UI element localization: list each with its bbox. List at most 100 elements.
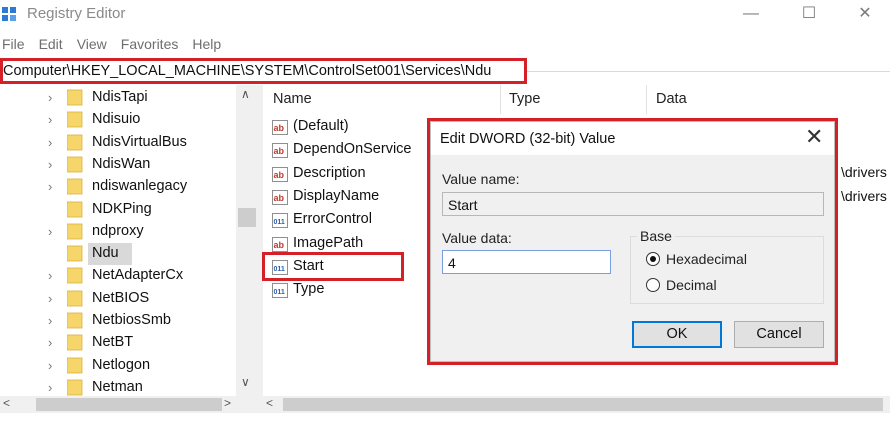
- menu-help[interactable]: Help: [190, 33, 227, 55]
- chevron-right-icon[interactable]: ›: [48, 358, 52, 373]
- svg-text:ab: ab: [274, 146, 285, 156]
- scroll-left-icon[interactable]: <: [3, 396, 10, 410]
- hexadecimal-label[interactable]: Hexadecimal: [666, 251, 747, 267]
- tree-item[interactable]: Ndu: [0, 243, 236, 266]
- column-separator[interactable]: [646, 85, 647, 114]
- svg-text:011: 011: [274, 289, 285, 296]
- tree-item[interactable]: › NetBIOS: [0, 288, 236, 310]
- scroll-right-icon[interactable]: >: [224, 396, 231, 410]
- chevron-right-icon[interactable]: ›: [48, 268, 52, 283]
- decimal-radio[interactable]: [646, 278, 660, 292]
- scroll-left-icon[interactable]: <: [266, 396, 273, 410]
- menu-view[interactable]: View: [75, 33, 113, 55]
- svg-text:ab: ab: [274, 240, 285, 250]
- close-button[interactable]: ✕: [842, 0, 888, 30]
- column-separator[interactable]: [500, 85, 501, 114]
- tree-item-label: NetbiosSmb: [92, 312, 171, 328]
- tree-item-label: Netman: [92, 378, 143, 395]
- folder-icon: [67, 267, 83, 284]
- string-value-icon: ab: [272, 236, 288, 252]
- decimal-label[interactable]: Decimal: [666, 277, 717, 293]
- registry-editor-icon: [2, 7, 16, 21]
- cancel-button[interactable]: Cancel: [734, 321, 824, 348]
- address-bar-border: [527, 71, 890, 72]
- values-hscroll-thumb[interactable]: [283, 398, 883, 411]
- start-value-highlight: [262, 252, 404, 281]
- menu-file[interactable]: File: [0, 33, 31, 55]
- tree-item[interactable]: › Ndisuio: [0, 109, 236, 131]
- value-data-input[interactable]: 4: [442, 250, 611, 274]
- chevron-right-icon[interactable]: ›: [48, 179, 52, 194]
- column-header-type[interactable]: Type: [509, 85, 540, 114]
- folder-icon: [67, 89, 83, 106]
- tree-item-label: ndproxy: [92, 222, 144, 239]
- data-cell-description: \drivers: [841, 164, 887, 180]
- tree-item[interactable]: › NetBT: [0, 332, 236, 354]
- chevron-right-icon[interactable]: ›: [48, 291, 52, 306]
- tree-item-label: Ndu: [92, 245, 119, 262]
- chevron-right-icon[interactable]: ›: [48, 313, 52, 328]
- tree-item[interactable]: NDKPing: [0, 199, 236, 221]
- tree-item[interactable]: › NdisWan: [0, 154, 236, 176]
- folder-icon: [67, 312, 83, 329]
- value-name: Description: [293, 164, 366, 181]
- tree-item-label: NetAdapterCx: [92, 267, 184, 284]
- menu-edit[interactable]: Edit: [37, 33, 69, 55]
- tree-vertical-scrollbar[interactable]: ∧ ∨: [236, 85, 258, 396]
- tree-item-label: NdisWan: [92, 155, 151, 172]
- tree-item-label: Netlogon: [92, 356, 151, 373]
- value-name: Type: [293, 281, 325, 298]
- values-horizontal-scrollbar[interactable]: <: [263, 396, 890, 413]
- key-tree: › NdisTapi › Ndisuio › NdisVirtualBus › NdisWan…: [0, 85, 258, 396]
- tree-item-label: NDKPing: [92, 200, 152, 217]
- svg-text:011: 011: [274, 219, 285, 226]
- tree-item-label: Ndisuio: [92, 111, 141, 128]
- column-header-data[interactable]: Data: [656, 85, 687, 114]
- chevron-right-icon[interactable]: ›: [48, 135, 52, 150]
- chevron-right-icon[interactable]: ›: [48, 112, 52, 127]
- ok-button[interactable]: OK: [632, 321, 722, 348]
- string-value-icon: ab: [272, 120, 288, 135]
- chevron-right-icon[interactable]: ›: [48, 90, 52, 105]
- tree-hscroll-thumb[interactable]: [36, 398, 222, 411]
- tree-item[interactable]: › ndiswanlegacy: [0, 176, 236, 198]
- address-path: Computer\HKEY_LOCAL_MACHINE\SYSTEM\Contr…: [3, 63, 492, 79]
- dialog-title-bar: Edit DWORD (32-bit) Value ✕: [431, 122, 834, 155]
- tree-item-label: ndiswanlegacy: [92, 178, 188, 195]
- folder-icon: [67, 290, 83, 307]
- menu-favorites[interactable]: Favorites: [119, 33, 185, 55]
- tree-item[interactable]: › NetbiosSmb: [0, 310, 236, 332]
- dialog-title: Edit DWORD (32-bit) Value: [440, 131, 616, 147]
- scroll-down-icon[interactable]: ∨: [241, 375, 250, 389]
- tree-item[interactable]: › Netman: [0, 377, 236, 396]
- tree-item[interactable]: › NdisTapi: [0, 87, 236, 109]
- svg-text:ab: ab: [274, 123, 285, 133]
- maximize-button[interactable]: ☐: [786, 0, 832, 30]
- string-value-icon: ab: [272, 143, 288, 159]
- string-value-icon: ab: [272, 189, 288, 205]
- folder-icon: [67, 357, 83, 373]
- chevron-right-icon[interactable]: ›: [48, 224, 52, 239]
- tree-scroll-thumb[interactable]: [238, 208, 256, 227]
- folder-icon: [67, 134, 83, 150]
- value-data-label: Value data:: [442, 230, 512, 246]
- minimize-button[interactable]: —: [728, 0, 774, 30]
- address-bar[interactable]: Computer\HKEY_LOCAL_MACHINE\SYSTEM\Contr…: [0, 58, 527, 84]
- tree-item[interactable]: › ndproxy: [0, 221, 236, 243]
- value-name: ErrorControl: [293, 211, 372, 228]
- tree-item[interactable]: › Netlogon: [0, 355, 236, 377]
- chevron-right-icon[interactable]: ›: [48, 157, 52, 172]
- dialog-close-icon[interactable]: ✕: [805, 124, 823, 150]
- tree-item-label: NetBT: [92, 334, 134, 351]
- chevron-right-icon[interactable]: ›: [48, 335, 52, 350]
- tree-item-label: NdisVirtualBus: [92, 133, 187, 150]
- tree-horizontal-scrollbar[interactable]: < >: [0, 396, 258, 413]
- edit-dword-dialog: Edit DWORD (32-bit) Value ✕ Value name: …: [430, 121, 835, 362]
- tree-item-label: NdisTapi: [92, 89, 148, 105]
- column-header-name[interactable]: Name: [273, 85, 312, 114]
- hexadecimal-radio[interactable]: [646, 252, 660, 266]
- tree-item[interactable]: › NdisVirtualBus: [0, 132, 236, 154]
- tree-item[interactable]: › NetAdapterCx: [0, 265, 236, 287]
- scroll-up-icon[interactable]: ∧: [241, 87, 250, 101]
- chevron-right-icon[interactable]: ›: [48, 380, 52, 395]
